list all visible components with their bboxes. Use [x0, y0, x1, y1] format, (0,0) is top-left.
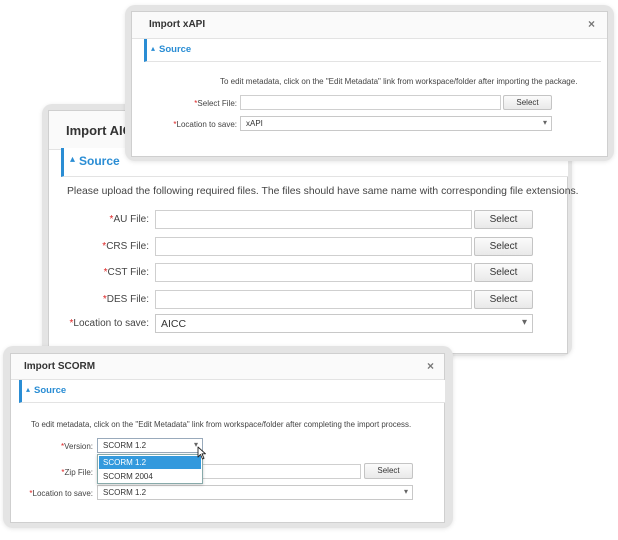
zip-select-button[interactable]: Select: [364, 463, 413, 479]
des-select-button[interactable]: Select: [474, 290, 533, 309]
section-collapse-icon: ▴: [151, 44, 156, 53]
xapi-file-field[interactable]: [240, 95, 501, 110]
xapi-dialog-title: Import xAPI: [149, 19, 206, 30]
au-file-label: *AU File:: [109, 214, 149, 225]
xapi-section-title: Source: [159, 44, 192, 55]
xapi-location-select[interactable]: xAPI ▾: [240, 116, 552, 131]
xapi-section-header[interactable]: ▴ Source: [144, 39, 601, 62]
version-label: *Version:: [60, 442, 93, 451]
version-value: SCORM 1.2: [103, 441, 147, 450]
scorm-section-header[interactable]: ▴ Source: [19, 380, 445, 403]
xapi-location-value: xAPI: [246, 119, 263, 128]
xapi-select-button[interactable]: Select: [503, 95, 552, 110]
zip-file-label: *Zip File:: [61, 468, 93, 477]
des-file-field[interactable]: [155, 290, 472, 309]
au-select-button[interactable]: Select: [474, 210, 533, 229]
scorm-location-value: SCORM 1.2: [103, 488, 147, 497]
scorm-section-title: Source: [34, 385, 67, 396]
version-option-scorm-2004[interactable]: SCORM 2004: [99, 470, 201, 483]
close-icon[interactable]: ×: [588, 17, 595, 31]
cst-select-button[interactable]: Select: [474, 263, 533, 282]
aicc-instructions: Please upload the following required fil…: [67, 186, 579, 197]
xapi-instructions: To edit metadata, click on the "Edit Met…: [220, 77, 578, 86]
version-dropdown-list: SCORM 1.2 SCORM 2004: [97, 454, 203, 484]
xapi-dialog: Import xAPI × ▴ Source To edit metadata,…: [131, 11, 608, 157]
au-file-field[interactable]: [155, 210, 472, 229]
xapi-location-label: *Location to save:: [173, 120, 237, 129]
aicc-location-label: *Location to save:: [69, 318, 149, 329]
scorm-dialog: Import SCORM × ▴ Source To edit metadata…: [10, 353, 445, 523]
scorm-dialog-title: Import SCORM: [24, 361, 96, 372]
cst-file-field[interactable]: [155, 263, 472, 282]
version-select[interactable]: SCORM 1.2 ▾: [97, 438, 203, 453]
scorm-location-label: *Location to save:: [29, 489, 93, 498]
aicc-section-title: Source: [79, 154, 120, 168]
aicc-location-select[interactable]: AICC ▾: [155, 314, 533, 333]
section-collapse-icon: ▴: [26, 385, 31, 394]
cst-file-label: *CST File:: [103, 267, 149, 278]
pointer-cursor-icon: [197, 446, 206, 460]
chevron-down-icon: ▾: [403, 487, 408, 496]
crs-select-button[interactable]: Select: [474, 237, 533, 256]
scorm-instructions: To edit metadata, click on the "Edit Met…: [31, 420, 412, 429]
chevron-down-icon: ▾: [542, 118, 547, 127]
chevron-down-icon: ▾: [521, 317, 527, 328]
select-file-label: *Select File:: [194, 99, 237, 108]
section-collapse-icon: ▴: [70, 154, 76, 165]
version-option-scorm-1-2[interactable]: SCORM 1.2: [99, 456, 201, 469]
crs-file-field[interactable]: [155, 237, 472, 256]
des-file-label: *DES File:: [102, 294, 149, 305]
close-icon[interactable]: ×: [427, 359, 434, 373]
scorm-titlebar: Import SCORM ×: [11, 354, 444, 380]
scorm-location-select[interactable]: SCORM 1.2 ▾: [97, 485, 413, 500]
xapi-titlebar: Import xAPI ×: [132, 12, 607, 39]
aicc-location-value: AICC: [161, 318, 187, 330]
crs-file-label: *CRS File:: [102, 241, 149, 252]
